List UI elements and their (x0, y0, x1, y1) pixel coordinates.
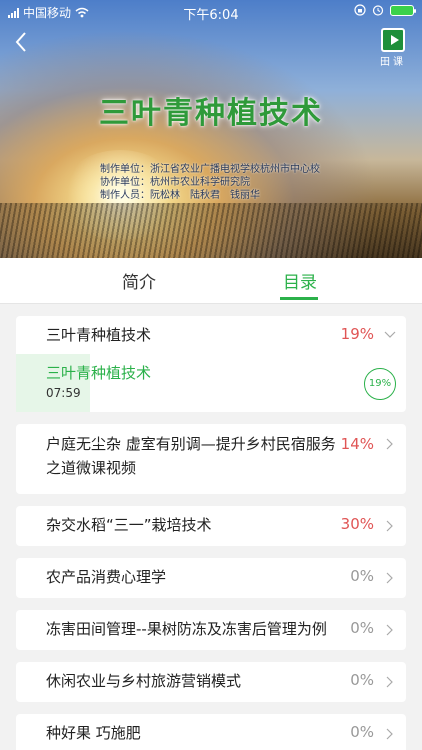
chevron-right-icon (386, 624, 393, 636)
course-title: 三叶青种植技术 (46, 326, 152, 344)
chevron-right-icon (386, 676, 393, 688)
chevron-right-icon (386, 438, 393, 450)
course-title: 休闲农业与乡村旅游营销模式 (46, 672, 242, 690)
credit-line: 协作单位：杭州市农业科学研究院 (100, 177, 250, 188)
course-title: 农产品消费心理学 (46, 568, 167, 586)
course-header[interactable]: 三叶青种植技术 19% (16, 316, 406, 354)
lesson-title: 三叶青种植技术 (46, 364, 152, 382)
video-credits: 制作单位：浙江省农业广播电视学校杭州市中心校 协作单位：杭州市农业科学研究院 制… (100, 163, 320, 202)
course-progress: 19% (340, 325, 374, 343)
course-title: 冻害田间管理--果树防冻及冻害后管理为例 (46, 620, 327, 638)
alarm-icon (372, 5, 384, 16)
course-title: 种好果 巧施肥 (46, 724, 141, 742)
credit-line: 制作单位：浙江省农业广播电视学校杭州市中心校 (100, 164, 320, 175)
tab-catalog[interactable]: 目录 (283, 268, 317, 293)
back-button[interactable] (10, 30, 34, 54)
video-cover-title: 三叶青种植技术 (99, 96, 323, 131)
course-progress: 14% (340, 435, 374, 453)
course-card[interactable]: 冻害田间管理--果树防冻及冻害后管理为例 0% (16, 610, 406, 650)
course-card[interactable]: 农产品消费心理学 0% (16, 558, 406, 598)
course-progress: 0% (350, 619, 374, 637)
chevron-right-icon (386, 728, 393, 740)
play-square-icon (381, 28, 405, 52)
course-progress: 0% (350, 671, 374, 689)
battery-icon (390, 4, 416, 16)
field-class-label: 田课 (380, 57, 406, 68)
course-detail-page: 三叶青种植技术 制作单位：浙江省农业广播电视学校杭州市中心校 协作单位：杭州市农… (0, 0, 422, 750)
lesson-item[interactable]: 三叶青种植技术 07:59 19% (16, 354, 406, 412)
chevron-down-icon (384, 331, 396, 338)
active-tab-indicator (280, 297, 318, 300)
rotation-lock-icon (354, 4, 366, 16)
status-bar: 中国移动 下午6:04 (0, 0, 422, 24)
course-progress: 30% (340, 515, 374, 533)
lesson-progress-ring: 19% (364, 368, 396, 400)
video-cover[interactable]: 三叶青种植技术 制作单位：浙江省农业广播电视学校杭州市中心校 协作单位：杭州市农… (0, 0, 422, 258)
course-card[interactable]: 休闲农业与乡村旅游营销模式 0% (16, 662, 406, 702)
course-progress: 0% (350, 567, 374, 585)
course-card[interactable]: 户庭无尘杂 虚室有别调—提升乡村民宿服务 之道微课视频 14% (16, 424, 406, 494)
course-title-line: 之道微课视频 (46, 459, 137, 477)
course-card[interactable]: 杂交水稻“三一”栽培技术 30% (16, 506, 406, 546)
tab-intro[interactable]: 简介 (122, 268, 156, 293)
chevron-right-icon (386, 572, 393, 584)
grass-field (0, 203, 422, 258)
field-class-button[interactable]: 田课 (378, 28, 408, 68)
course-card[interactable]: 种好果 巧施肥 0% (16, 714, 406, 750)
credit-line: 制作人员：阮松林 陆秋君 钱丽华 (100, 190, 260, 201)
chevron-left-icon (15, 32, 26, 52)
course-progress: 0% (350, 723, 374, 741)
course-title-line: 户庭无尘杂 虚室有别调—提升乡村民宿服务 (46, 435, 336, 453)
course-title: 杂交水稻“三一”栽培技术 (46, 516, 212, 534)
content-tabs: 简介 目录 (0, 258, 422, 304)
lesson-duration: 07:59 (46, 386, 81, 400)
chevron-right-icon (386, 520, 393, 532)
